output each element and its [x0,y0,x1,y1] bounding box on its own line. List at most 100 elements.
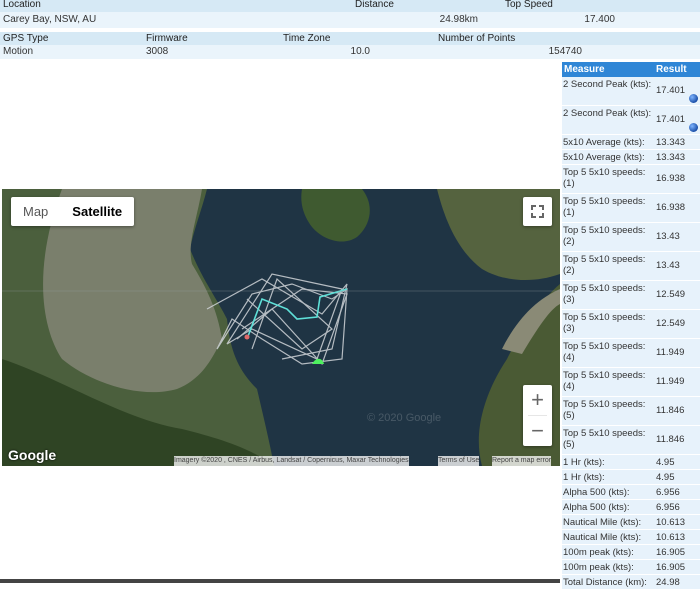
globe-icon[interactable] [689,123,698,132]
zoom-out-button[interactable]: − [523,416,552,446]
measure-label: Top 5 5x10 speeds: (2) [563,254,646,276]
measure-row: Top 5 5x10 speeds: (5) 11.846 [562,426,700,455]
measure-label: Top 5 5x10 speeds: (3) [563,283,646,305]
terms-of-use-link[interactable]: Terms of Use [438,456,480,466]
measure-row: Top 5 5x10 speeds: (3) 12.549 [562,281,700,310]
measure-row: 5x10 Average (kts): 13.343 [562,150,700,165]
measure-result: 13.43 [656,260,680,271]
measures-table: Measure Result 2 Second Peak (kts): 17.40… [562,62,700,590]
measure-label: Nautical Mile (kts): [563,532,642,543]
measure-result: 10.613 [656,517,686,528]
measure-label: 2 Second Peak (kts): [563,108,652,119]
measure-result: 13.43 [656,231,680,242]
measure-result: 16.905 [656,562,686,573]
num-points-header: Number of Points [438,33,516,44]
measure-result: 6.956 [656,487,680,498]
measure-label: Alpha 500 (kts): [563,502,630,513]
measure-result: 17.401 [656,85,686,96]
measure-row: 100m peak (kts): 16.905 [562,545,700,560]
summary-header-row-2: GPS Type Firmware Time Zone Number of Po… [0,32,700,45]
measure-label: Top 5 5x10 speeds: (5) [563,399,646,421]
measure-label: Top 5 5x10 speeds: (3) [563,312,646,334]
measure-label: Top 5 5x10 speeds: (5) [563,428,646,450]
measure-label: Top 5 5x10 speeds: (1) [563,196,646,218]
result-column-header: Result [656,64,687,75]
measure-result: 10.613 [656,532,686,543]
summary-values-row-1: Carey Bay, NSW, AU 24.98km 17.400 [0,12,700,28]
measure-row: 1 Hr (kts): 4.95 [562,455,700,470]
gps-type-value: Motion [3,46,34,57]
bottom-scrollbar[interactable] [0,579,560,583]
measure-result: 11.949 [656,347,685,358]
measure-row: Nautical Mile (kts): 10.613 [562,515,700,530]
firmware-header: Firmware [146,33,188,44]
measure-result: 12.549 [656,289,686,300]
measure-row: 2 Second Peak (kts): 17.401 [562,106,700,135]
measure-column-header: Measure [564,64,605,75]
num-points-value: 154740 [548,46,582,57]
measure-label: Top 5 5x10 speeds: (2) [563,225,646,247]
map-imagery [2,189,560,466]
map-type-satellite-button[interactable]: Satellite [60,197,134,226]
measure-row: Top 5 5x10 speeds: (1) 16.938 [562,194,700,223]
measure-label: Top 5 5x10 speeds: (4) [563,370,646,392]
zoom-in-button[interactable]: + [523,385,552,415]
measure-row: Nautical Mile (kts): 10.613 [562,530,700,545]
measure-row: Top 5 5x10 speeds: (3) 12.549 [562,310,700,339]
measure-result: 16.905 [656,547,686,558]
measure-label: 5x10 Average (kts): [563,152,645,163]
measure-result: 11.949 [656,376,685,387]
map-watermark: © 2020 Google [367,412,442,424]
map-type-control: Map Satellite [11,197,135,226]
measure-label: Top 5 5x10 speeds: (4) [563,341,646,363]
measure-row: Top 5 5x10 speeds: (4) 11.949 [562,368,700,397]
measure-result: 11.846 [656,405,685,416]
zoom-control: + − [523,385,552,446]
firmware-value: 3008 [146,46,169,57]
globe-icon[interactable] [689,94,698,103]
measure-row: 100m peak (kts): 16.905 [562,560,700,575]
measure-row: 1 Hr (kts): 4.95 [562,470,700,485]
measure-result: 4.95 [656,472,675,483]
measure-label: Top 5 5x10 speeds: (1) [563,167,646,189]
measure-row: Top 5 5x10 speeds: (5) 11.846 [562,397,700,426]
measure-result: 6.956 [656,502,680,513]
measure-result: 16.938 [656,202,686,213]
summary-header-row-1: Location Distance Top Speed [0,0,700,12]
measure-label: 5x10 Average (kts): [563,137,645,148]
report-map-error-link[interactable]: Report a map error [492,456,552,466]
measure-row: Alpha 500 (kts): 6.956 [562,500,700,515]
measure-label: 100m peak (kts): [563,562,634,573]
measure-row: 5x10 Average (kts): 13.343 [562,135,700,150]
measure-label: Alpha 500 (kts): [563,487,630,498]
measure-row: Top 5 5x10 speeds: (2) 13.43 [562,223,700,252]
measure-label: 1 Hr (kts): [563,472,605,483]
measure-result: 17.401 [656,114,686,125]
time-zone-header: Time Zone [283,33,331,44]
measure-result: 16.938 [656,173,686,184]
google-logo: Google [8,447,57,463]
location-value: Carey Bay, NSW, AU [3,14,97,25]
top-speed-header: Top Speed [505,0,553,10]
measure-result: 4.95 [656,457,675,468]
summary-values-row-2: Motion 3008 10.0 154740 [0,45,700,59]
measure-row: Top 5 5x10 speeds: (4) 11.949 [562,339,700,368]
fullscreen-icon [531,205,544,218]
time-zone-value: 10.0 [350,46,370,57]
gps-type-header: GPS Type [3,33,49,44]
measure-label: 2 Second Peak (kts): [563,79,652,90]
map-attribution: Imagery ©2020 , CNES / Airbus, Landsat /… [174,456,409,466]
satellite-map[interactable]: © 2020 Google Map Satellite + − Google I… [2,189,560,466]
top-speed-value: 17.400 [584,14,615,25]
measure-label: 100m peak (kts): [563,547,634,558]
measures-table-header: Measure Result [562,62,700,77]
measure-row: Alpha 500 (kts): 6.956 [562,485,700,500]
fullscreen-button[interactable] [523,197,552,226]
distance-value: 24.98km [439,14,478,25]
measure-row: Top 5 5x10 speeds: (2) 13.43 [562,252,700,281]
measure-result: 13.343 [656,152,686,163]
map-type-map-button[interactable]: Map [11,197,60,226]
measure-result: 12.549 [656,318,686,329]
distance-header: Distance [355,0,394,10]
measure-label: Nautical Mile (kts): [563,517,642,528]
